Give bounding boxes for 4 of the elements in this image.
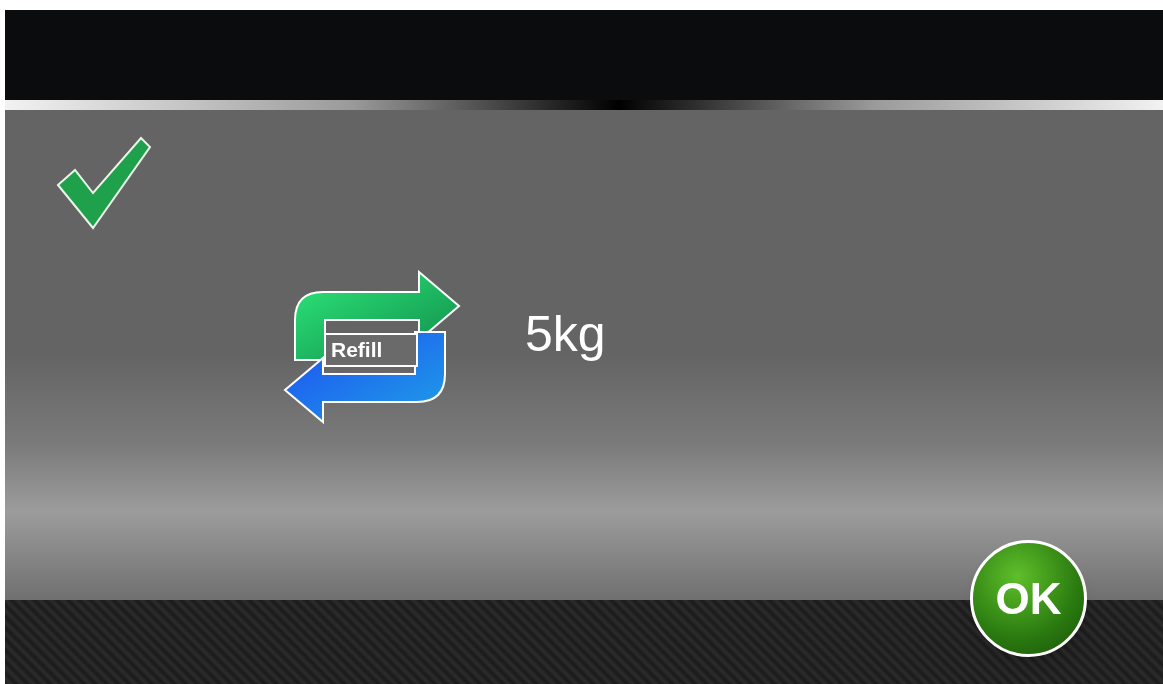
refill-amount: 5kg <box>525 305 606 364</box>
refill-label: Refill <box>331 337 383 363</box>
refill-arrows-icon <box>281 270 461 426</box>
checkmark-icon <box>55 135 153 230</box>
